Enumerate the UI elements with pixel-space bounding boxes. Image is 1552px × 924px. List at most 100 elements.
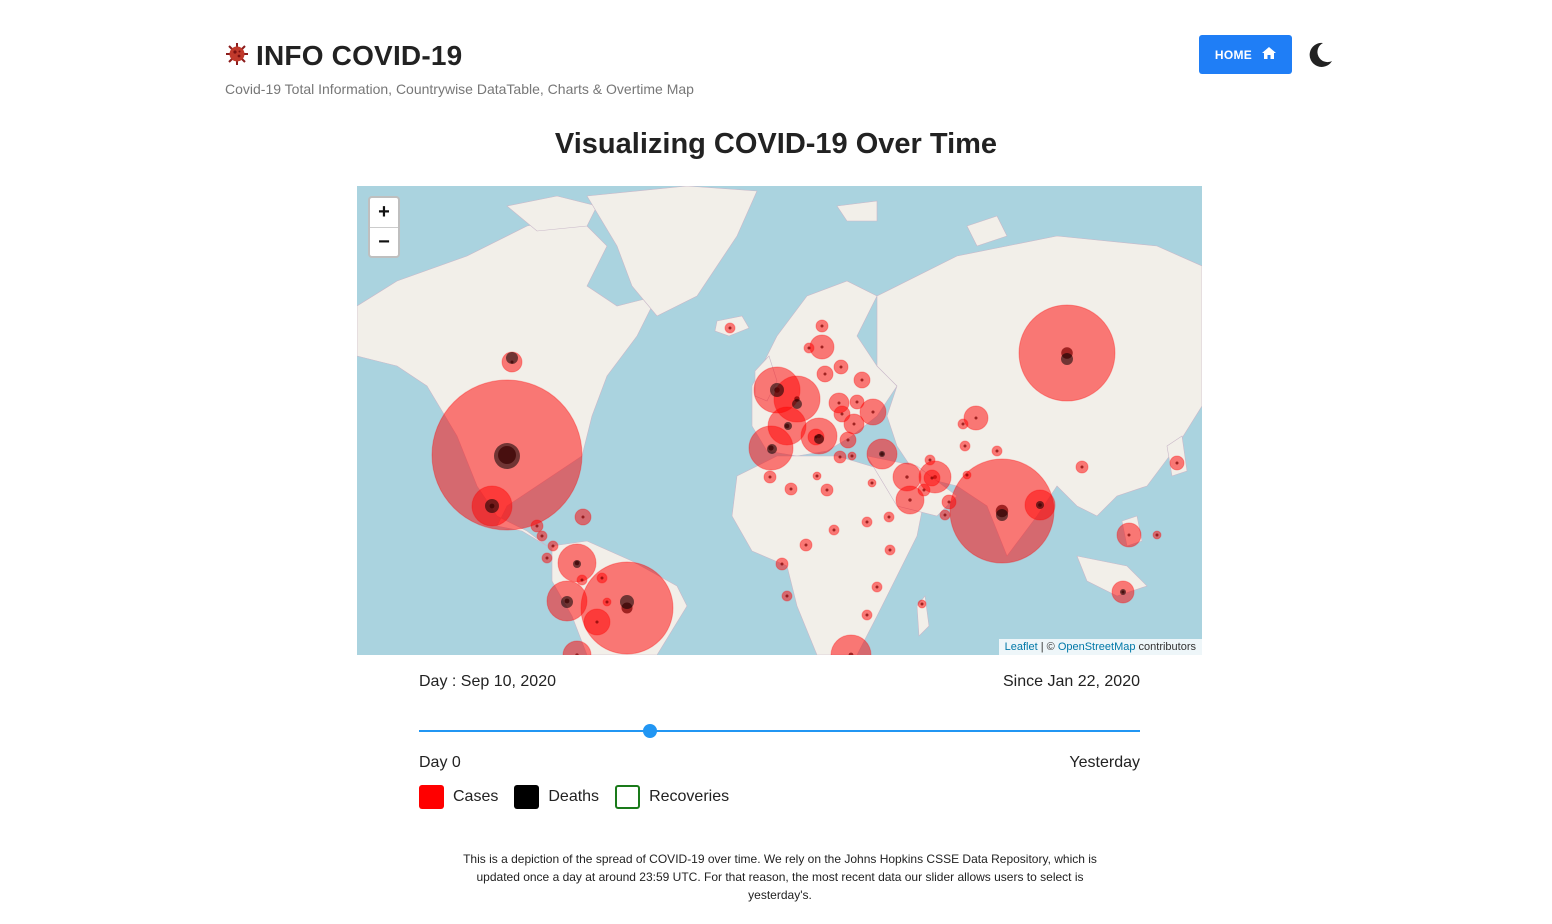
case-center-dot: [768, 475, 772, 479]
case-center-dot: [908, 498, 912, 502]
selected-day-label: Day : Sep 10, 2020: [419, 673, 556, 690]
site-title: INFO COVID-19: [256, 40, 463, 71]
case-center-dot: [965, 473, 969, 477]
case-center-dot: [846, 438, 850, 442]
case-center-dot: [832, 528, 836, 532]
page-title: Visualizing COVID-19 Over Time: [554, 128, 998, 160]
case-center-dot: [850, 454, 854, 458]
death-bubble[interactable]: [879, 451, 885, 457]
death-bubble[interactable]: [770, 383, 784, 397]
zoom-in-button[interactable]: +: [370, 198, 398, 227]
case-center-dot: [1080, 465, 1084, 469]
legend-item-deaths[interactable]: Deaths: [514, 785, 599, 809]
home-icon: [1262, 47, 1277, 62]
covid-map[interactable]: + − Leaflet | © OpenStreetMap contributo…: [357, 186, 1202, 655]
day-slider[interactable]: [419, 722, 1140, 740]
map-description: This is a depiction of the spread of COV…: [463, 852, 1097, 902]
case-center-dot: [961, 422, 965, 426]
legend-label-recoveries: Recoveries: [649, 788, 730, 805]
case-center-dot: [580, 578, 584, 582]
legend-label-cases: Cases: [453, 788, 499, 805]
case-center-dot: [943, 513, 947, 517]
case-center-dot: [947, 500, 951, 504]
zoom-out-button[interactable]: −: [370, 227, 398, 256]
slider-max-label: Yesterday: [1069, 754, 1140, 771]
death-bubble[interactable]: [792, 399, 802, 409]
case-center-dot: [930, 476, 934, 480]
case-center-dot: [870, 481, 874, 485]
death-bubble[interactable]: [1061, 353, 1073, 365]
brand: INFO COVID-19: [224, 40, 462, 72]
leaflet-link[interactable]: Leaflet: [1005, 641, 1038, 653]
case-center-dot: [1155, 533, 1159, 537]
case-center-dot: [922, 488, 926, 492]
case-center-dot: [887, 515, 891, 519]
death-bubble[interactable]: [1036, 501, 1044, 509]
osm-link[interactable]: OpenStreetMap: [1058, 641, 1136, 653]
case-center-dot: [825, 488, 829, 492]
home-button[interactable]: HOME: [1199, 35, 1292, 74]
moon-icon[interactable]: [1306, 41, 1334, 69]
case-center-dot: [789, 487, 793, 491]
since-date-label: Since Jan 22, 2020: [1003, 673, 1140, 690]
case-center-dot: [540, 534, 544, 538]
case-center-dot: [1175, 461, 1179, 465]
death-bubble[interactable]: [494, 443, 520, 469]
map-attribution: Leaflet | © OpenStreetMap contributors: [998, 639, 1202, 655]
case-center-dot: [875, 585, 879, 589]
case-center-dot: [600, 576, 604, 580]
case-center-dot: [605, 600, 609, 604]
virus-icon: [224, 41, 250, 72]
zoom-control: + −: [368, 196, 400, 258]
case-center-dot: [860, 378, 864, 382]
case-center-dot: [820, 345, 824, 349]
legend-label-deaths: Deaths: [548, 788, 600, 805]
legend-item-cases[interactable]: Cases: [419, 785, 498, 809]
case-center-dot: [807, 346, 811, 350]
death-bubble[interactable]: [573, 560, 581, 568]
legend-swatch-cases: [419, 785, 444, 809]
death-bubble[interactable]: [767, 444, 777, 454]
case-center-dot: [840, 412, 844, 416]
death-bubble[interactable]: [996, 509, 1008, 521]
slider-track[interactable]: [419, 730, 1140, 732]
case-center-dot: [728, 326, 732, 330]
case-center-dot: [995, 449, 999, 453]
death-bubble[interactable]: [485, 499, 499, 513]
death-bubble[interactable]: [561, 596, 573, 608]
case-center-dot: [871, 410, 875, 414]
case-center-dot: [963, 444, 967, 448]
case-center-dot: [815, 474, 819, 478]
case-center-dot: [785, 594, 789, 598]
legend-swatch-recoveries: [615, 785, 641, 809]
case-center-dot: [852, 422, 856, 426]
death-bubble[interactable]: [620, 595, 634, 609]
case-center-dot: [888, 548, 892, 552]
case-center-dot: [823, 372, 827, 376]
case-center-dot: [865, 520, 869, 524]
case-center-dot: [905, 475, 909, 479]
death-bubble[interactable]: [784, 422, 792, 430]
case-center-dot: [535, 524, 539, 528]
case-center-dot: [804, 543, 808, 547]
case-center-dot: [780, 562, 784, 566]
case-center-dot: [928, 458, 932, 462]
case-center-dot: [551, 544, 555, 548]
case-bubble[interactable]: [562, 640, 592, 655]
legend-item-recoveries[interactable]: Recoveries: [615, 785, 729, 809]
attribution-suffix: contributors: [1135, 641, 1196, 653]
case-center-dot: [595, 620, 599, 624]
case-center-dot: [838, 455, 842, 459]
case-center-dot: [865, 613, 869, 617]
map-legend: Cases Deaths Recoveries: [419, 785, 745, 809]
slider-min-label: Day 0: [419, 754, 461, 771]
death-bubble[interactable]: [814, 434, 824, 444]
case-center-dot: [837, 401, 841, 405]
slider-thumb[interactable]: [642, 724, 657, 738]
case-center-dot: [974, 416, 978, 420]
legend-swatch-deaths: [514, 785, 540, 809]
case-bubble[interactable]: [830, 634, 872, 655]
death-bubble[interactable]: [506, 352, 518, 364]
site-subtitle: Covid-19 Total Information, Countrywise …: [225, 81, 694, 97]
death-bubble[interactable]: [1120, 589, 1126, 595]
